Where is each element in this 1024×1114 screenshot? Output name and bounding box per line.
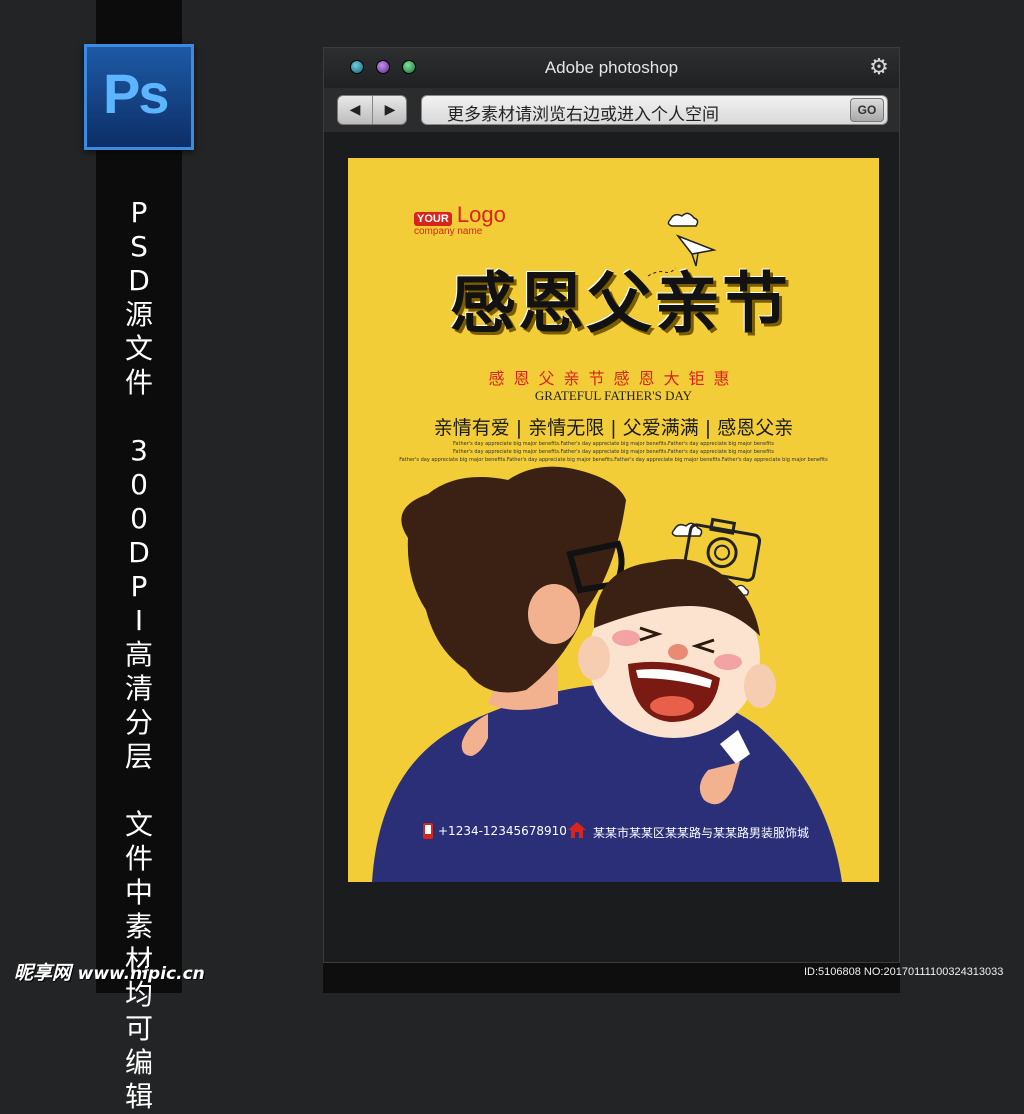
side-text-char: D xyxy=(128,536,150,569)
side-text-char: 辑 xyxy=(124,1080,153,1113)
address-input[interactable]: 更多素材请浏览右边或进入个人空间 GO xyxy=(421,95,888,125)
side-text-char: 文 xyxy=(124,808,153,841)
side-text-char: I xyxy=(134,604,144,637)
poster-headline: 感恩父亲节 xyxy=(450,265,790,342)
side-text-char: 分 xyxy=(124,706,153,739)
side-text-char: 0 xyxy=(130,468,148,501)
contact-address: 某某市某某区某某路与某某路男装服饰城 xyxy=(593,826,810,840)
fine-print-line: Father's day appreciate big major benefi… xyxy=(453,449,774,455)
fine-print-line: Father's day appreciate big major benefi… xyxy=(453,441,774,447)
baby-cheek xyxy=(612,630,640,646)
side-text-char: 件 xyxy=(124,842,153,875)
baby-cheek xyxy=(714,654,742,670)
poster-subtitle-cn: 感恩父亲节感恩大钜惠 xyxy=(488,369,739,388)
side-text-char: 可 xyxy=(124,1012,153,1045)
app-icon-label: Ps xyxy=(103,62,169,125)
window-title: Adobe photoshop xyxy=(544,58,679,77)
side-text-2: 300DPI高清分层 xyxy=(120,434,158,774)
watermark-site-cn: 昵享网 xyxy=(14,962,72,984)
side-text-char: 中 xyxy=(124,876,153,909)
side-text-char: 编 xyxy=(124,1046,153,1079)
photoshop-app-icon: Ps xyxy=(84,44,194,150)
baby-ear-left xyxy=(578,636,610,680)
back-button[interactable]: ◀ xyxy=(338,96,373,124)
side-text-char: D xyxy=(128,264,150,297)
watermark-id: ID:5106808 NO:20170111100324313033 xyxy=(804,966,1004,978)
phone-icon xyxy=(423,823,433,839)
side-text-char: 源 xyxy=(124,298,153,331)
watermark-site: 昵享网 www.nipic.cn xyxy=(14,958,205,985)
fine-print-line: Father's day appreciate big major benefi… xyxy=(399,457,828,463)
side-text-char: 清 xyxy=(124,672,153,705)
poster-slogan: 亲情有爱 | 亲情无限 | 父爱满满 | 感恩父亲 xyxy=(433,417,794,439)
baby-tongue xyxy=(650,696,694,716)
watermark-site-url: www.nipic.cn xyxy=(77,964,205,984)
side-text-char: 文 xyxy=(124,332,153,365)
address-text: 更多素材请浏览右边或进入个人空间 xyxy=(447,105,719,125)
side-text-char: 素 xyxy=(124,910,153,943)
logo-badge: YOUR xyxy=(414,212,452,226)
side-text-char: 高 xyxy=(124,638,153,671)
go-button[interactable]: GO xyxy=(850,98,884,122)
brand-logo: YOUR Logo company name xyxy=(414,202,506,237)
side-text-char: 件 xyxy=(124,366,153,399)
navigation-bar: ◀ ▶ 更多素材请浏览右边或进入个人空间 GO xyxy=(324,88,899,132)
side-text-1: PSD源文件 xyxy=(120,196,158,400)
gear-icon[interactable]: ⚙ xyxy=(867,56,891,80)
father-ear xyxy=(528,584,580,644)
baby-nose xyxy=(668,644,688,660)
cloud-doodle-icon xyxy=(667,212,699,227)
side-text-char: P xyxy=(130,570,148,603)
forward-button[interactable]: ▶ xyxy=(373,96,406,124)
poster-subtitle-en: GRATEFUL FATHER'S DAY xyxy=(534,388,693,403)
side-text-char: 3 xyxy=(130,434,148,467)
contact-phone: +1234-12345678910 xyxy=(438,824,567,838)
father-shirt xyxy=(372,684,842,882)
side-text-char: P xyxy=(130,196,148,229)
side-text-char: S xyxy=(130,230,148,263)
logo-word: Logo xyxy=(456,202,506,227)
baby-ear-right xyxy=(744,664,776,708)
poster-canvas: YOUR Logo company name 感恩父亲节 感恩父亲节感恩大钜惠 … xyxy=(348,158,879,882)
home-icon xyxy=(568,822,586,838)
window-titlebar: Adobe photoshop ⚙ xyxy=(324,48,899,89)
side-text-char: 0 xyxy=(130,502,148,535)
logo-company: company name xyxy=(414,226,483,237)
side-text-char: 层 xyxy=(124,740,153,773)
nav-buttons: ◀ ▶ xyxy=(337,95,407,125)
